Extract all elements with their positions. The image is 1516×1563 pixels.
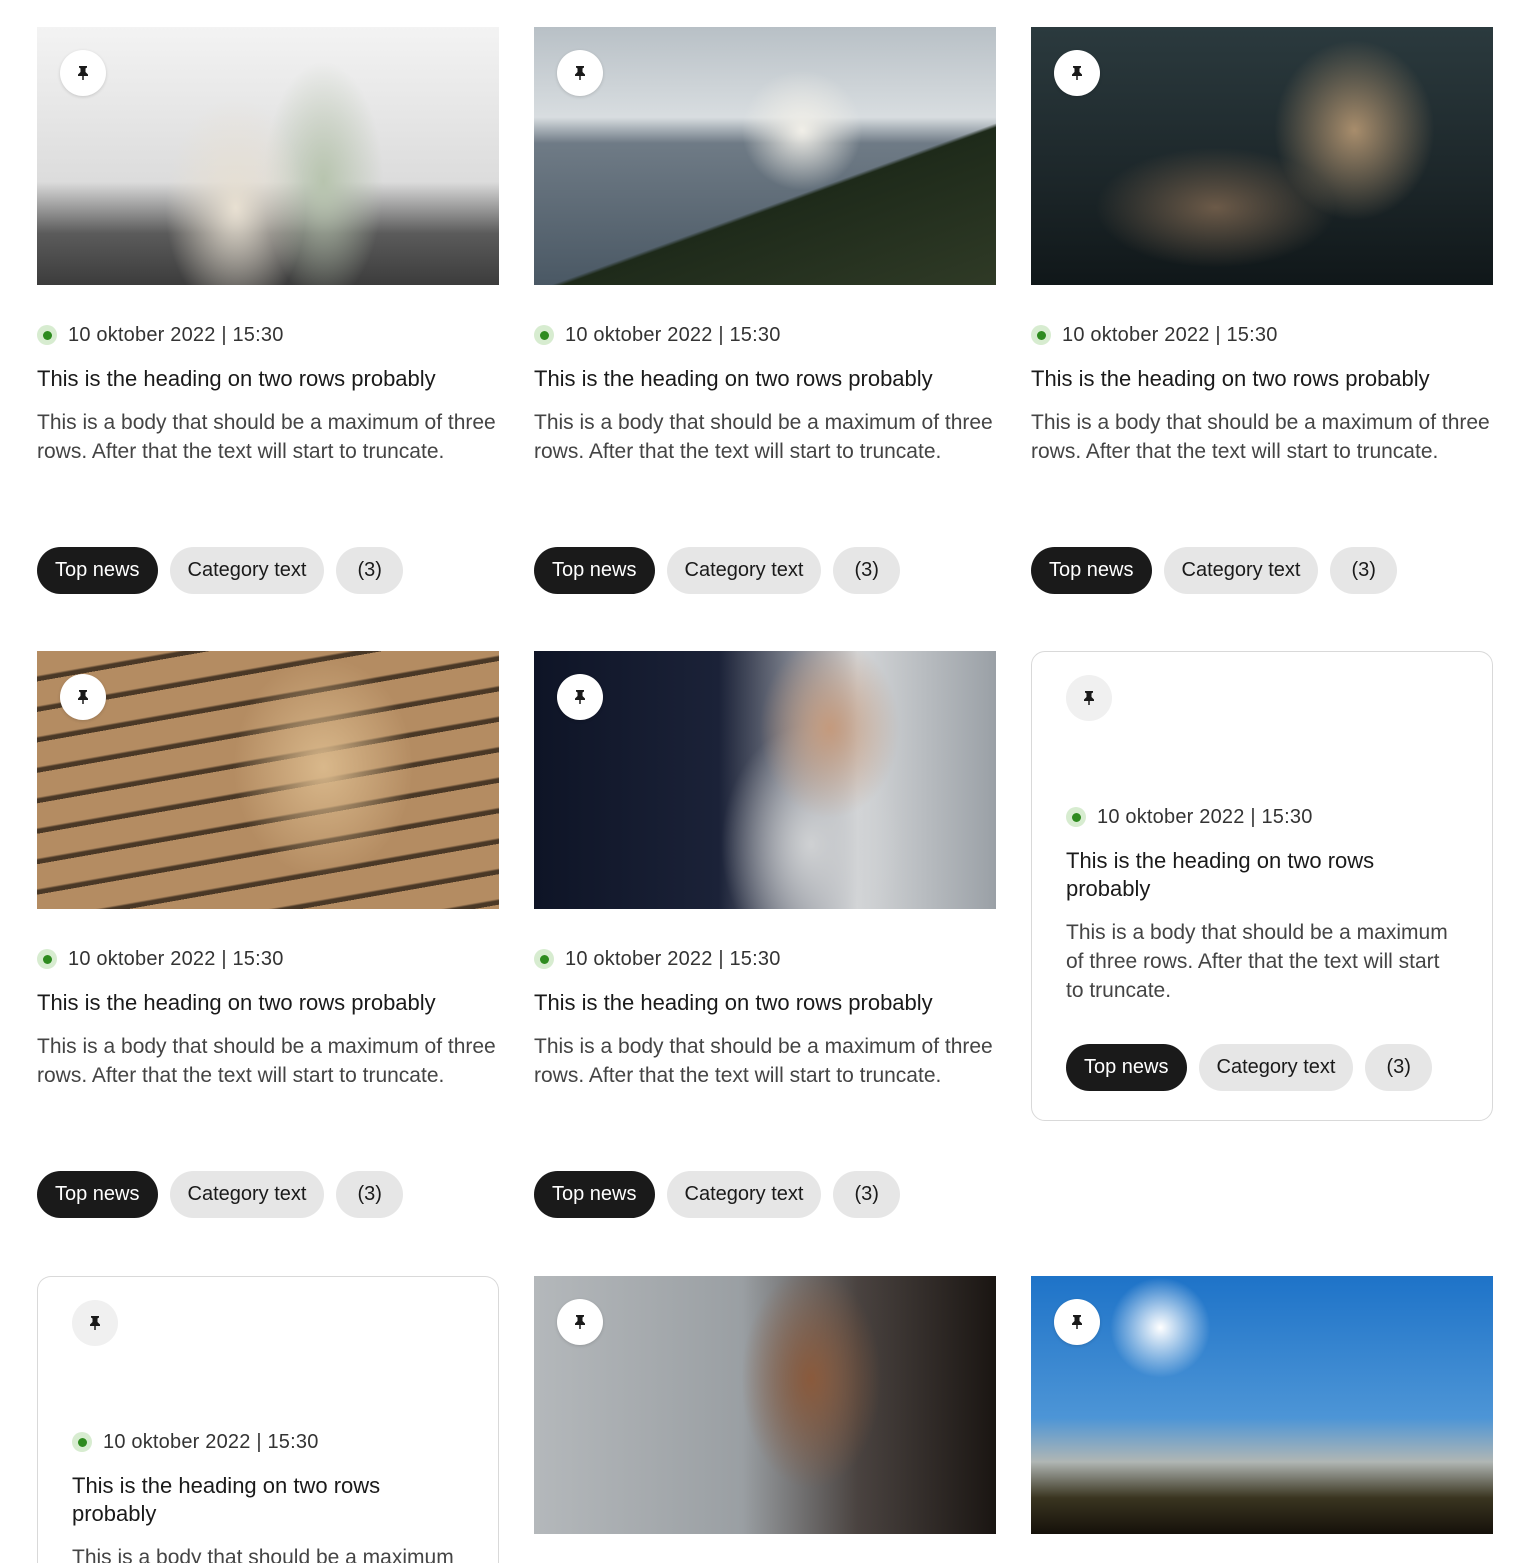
card-body: This is a body that should be a maximum …: [534, 411, 993, 463]
news-card-text-only[interactable]: 10 oktober 2022 | 15:30 This is the head…: [37, 1276, 499, 1563]
tag-category[interactable]: Category text: [666, 547, 822, 594]
pin-icon: [78, 690, 88, 704]
status-dot-icon: [534, 325, 554, 345]
tag-category[interactable]: Category text: [169, 1171, 325, 1218]
news-card[interactable]: 10 oktober 2022 | 15:30 This is the head…: [534, 651, 996, 1218]
tag-category[interactable]: Category text: [1163, 547, 1319, 594]
news-card[interactable]: 10 oktober 2022 | 15:30 This is the head…: [1031, 27, 1493, 594]
couple-in-office-photo: [37, 27, 499, 285]
tag-list: Top news Category text (3): [37, 547, 499, 594]
pin-button[interactable]: [1054, 50, 1100, 96]
man-with-tablet-photo: [534, 651, 996, 909]
card-heading[interactable]: This is the heading on two rows probably: [1066, 847, 1458, 903]
card-date: 10 oktober 2022 | 15:30: [1062, 323, 1278, 346]
card-date: 10 oktober 2022 | 15:30: [68, 947, 284, 970]
tag-count[interactable]: (3): [1365, 1044, 1432, 1091]
card-body: This is a body that should be a maximum …: [37, 1035, 496, 1087]
pin-button[interactable]: [557, 674, 603, 720]
card-body: This is a body that should be a maximum …: [1031, 411, 1490, 463]
news-card[interactable]: [1031, 1276, 1493, 1534]
tag-count[interactable]: (3): [336, 1171, 403, 1218]
news-card[interactable]: 10 oktober 2022 | 15:30 This is the head…: [534, 27, 996, 594]
woman-by-wooden-wall-photo: [37, 651, 499, 909]
pin-button[interactable]: [1066, 675, 1112, 721]
tag-count[interactable]: (3): [1330, 547, 1397, 594]
tag-top-news[interactable]: Top news: [1066, 1044, 1187, 1091]
tag-list: Top news Category text (3): [534, 1171, 996, 1218]
pin-icon: [575, 690, 585, 704]
pin-button[interactable]: [60, 674, 106, 720]
father-daughter-kitchen-photo: [1031, 27, 1493, 285]
tag-category[interactable]: Category text: [666, 1171, 822, 1218]
status-dot-icon: [1031, 325, 1051, 345]
card-heading[interactable]: This is the heading on two rows probably: [37, 989, 499, 1017]
status-dot-icon: [534, 949, 554, 969]
card-date: 10 oktober 2022 | 15:30: [68, 323, 284, 346]
news-card[interactable]: 10 oktober 2022 | 15:30 This is the head…: [37, 651, 499, 1218]
card-body: This is a body that should be a maximum …: [1066, 921, 1448, 1002]
pin-icon: [1072, 1315, 1082, 1329]
pin-button[interactable]: [60, 50, 106, 96]
card-date: 10 oktober 2022 | 15:30: [103, 1430, 319, 1453]
card-body: This is a body that should be a maximum: [72, 1546, 454, 1563]
pin-icon: [1084, 691, 1094, 705]
pin-icon: [575, 1315, 585, 1329]
card-body: This is a body that should be a maximum …: [534, 1035, 993, 1087]
pin-icon: [1072, 66, 1082, 80]
news-card[interactable]: [534, 1276, 996, 1534]
pin-button[interactable]: [72, 1300, 118, 1346]
tag-category[interactable]: Category text: [169, 547, 325, 594]
card-image: [534, 651, 996, 909]
tag-top-news[interactable]: Top news: [534, 547, 655, 594]
card-image: [1031, 27, 1493, 285]
tag-list: Top news Category text (3): [37, 1171, 499, 1218]
tag-count[interactable]: (3): [833, 547, 900, 594]
tag-list: Top news Category text (3): [1066, 1044, 1458, 1091]
card-image: [1031, 1276, 1493, 1534]
pin-button[interactable]: [557, 50, 603, 96]
tag-count[interactable]: (3): [833, 1171, 900, 1218]
card-image: [534, 27, 996, 285]
card-heading[interactable]: This is the heading on two rows probably: [1031, 365, 1493, 393]
status-dot-icon: [72, 1432, 92, 1452]
pin-icon: [575, 66, 585, 80]
tag-top-news[interactable]: Top news: [1031, 547, 1152, 594]
power-lines-sun-photo: [1031, 1276, 1493, 1534]
man-with-headphones-photo: [534, 1276, 996, 1534]
news-card[interactable]: 10 oktober 2022 | 15:30 This is the head…: [37, 27, 499, 594]
card-image: [37, 651, 499, 909]
tag-top-news[interactable]: Top news: [37, 1171, 158, 1218]
tag-top-news[interactable]: Top news: [534, 1171, 655, 1218]
tag-list: Top news Category text (3): [534, 547, 996, 594]
card-heading[interactable]: This is the heading on two rows probably: [37, 365, 499, 393]
card-date: 10 oktober 2022 | 15:30: [565, 323, 781, 346]
status-dot-icon: [37, 325, 57, 345]
pin-button[interactable]: [557, 1299, 603, 1345]
card-image: [534, 1276, 996, 1534]
card-heading[interactable]: This is the heading on two rows probably: [534, 365, 996, 393]
tag-count[interactable]: (3): [336, 547, 403, 594]
pin-button[interactable]: [1054, 1299, 1100, 1345]
pin-icon: [78, 66, 88, 80]
status-dot-icon: [1066, 807, 1086, 827]
card-heading[interactable]: This is the heading on two rows probably: [534, 989, 996, 1017]
card-image: [37, 27, 499, 285]
card-body: This is a body that should be a maximum …: [37, 411, 496, 463]
tag-list: Top news Category text (3): [1031, 547, 1493, 594]
news-card-text-only[interactable]: 10 oktober 2022 | 15:30 This is the head…: [1031, 651, 1493, 1121]
tag-category[interactable]: Category text: [1198, 1044, 1354, 1091]
card-date: 10 oktober 2022 | 15:30: [565, 947, 781, 970]
status-dot-icon: [37, 949, 57, 969]
card-date: 10 oktober 2022 | 15:30: [1097, 805, 1313, 828]
lake-landscape-photo: [534, 27, 996, 285]
pin-icon: [90, 1316, 100, 1330]
news-card-grid: 10 oktober 2022 | 15:30 This is the head…: [0, 0, 1516, 1563]
tag-top-news[interactable]: Top news: [37, 547, 158, 594]
card-heading[interactable]: This is the heading on two rows probably: [72, 1472, 464, 1528]
